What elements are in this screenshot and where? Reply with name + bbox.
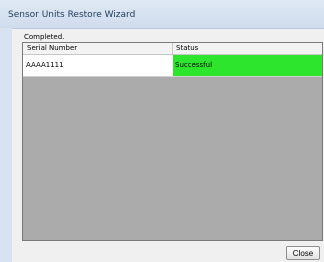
serial-number-cell[interactable]: AAAA1111 <box>26 55 64 76</box>
title-bar: Sensor Units Restore Wizard <box>0 0 324 29</box>
close-button[interactable]: Close <box>286 246 320 260</box>
table-row[interactable]: AAAA1111 Successful <box>23 55 322 77</box>
column-header-serial-number[interactable]: Serial Number <box>27 43 77 54</box>
status-cell-text: Successful <box>175 61 213 69</box>
column-divider[interactable] <box>172 43 173 54</box>
window-title: Sensor Units Restore Wizard <box>8 10 136 20</box>
results-table: Serial Number Status AAAA1111 Successful <box>22 42 323 241</box>
left-window-edge <box>0 28 12 262</box>
table-header: Serial Number Status <box>23 43 322 55</box>
completion-status-label: Completed. <box>24 33 65 41</box>
status-cell[interactable]: Successful <box>173 55 322 76</box>
wizard-window: Sensor Units Restore Wizard Completed. S… <box>0 0 324 262</box>
column-header-status[interactable]: Status <box>176 43 198 54</box>
